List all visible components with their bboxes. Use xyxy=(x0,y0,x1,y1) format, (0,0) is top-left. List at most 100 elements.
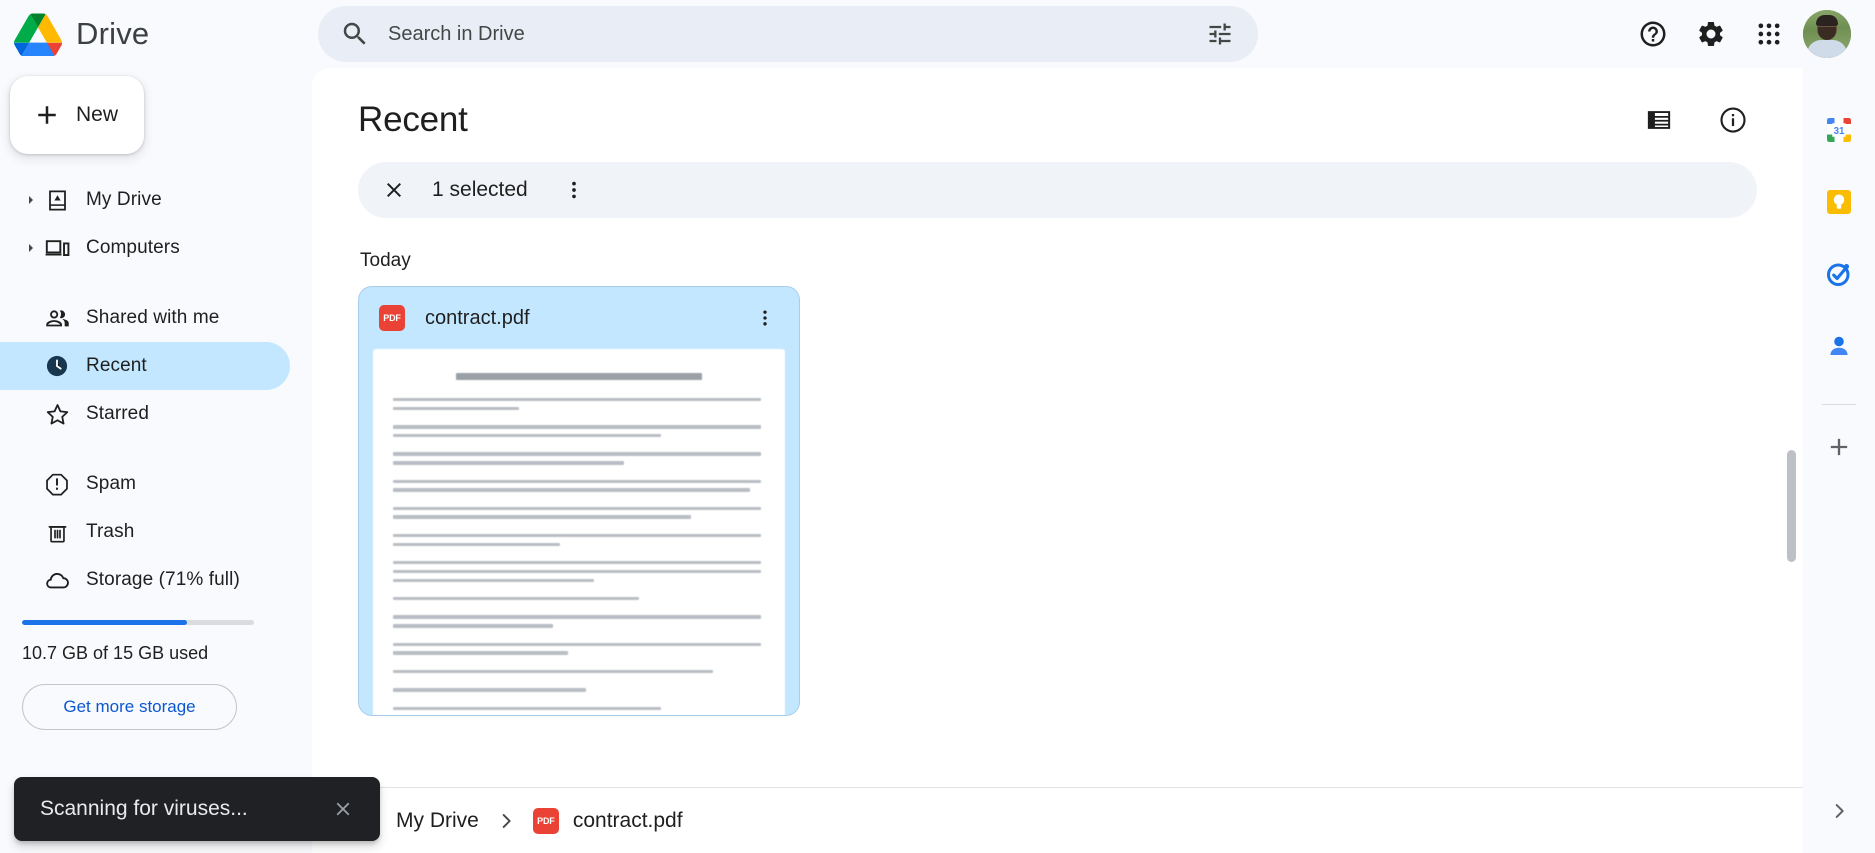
selection-more-button[interactable] xyxy=(552,168,596,212)
file-more-button[interactable] xyxy=(747,300,783,336)
sidebar-item-trash[interactable]: Trash xyxy=(0,508,290,556)
svg-text:31: 31 xyxy=(1834,126,1845,137)
plus-icon xyxy=(38,106,56,124)
selection-count: 1 selected xyxy=(432,178,528,201)
sidebar-item-label: Trash xyxy=(86,521,135,542)
more-vert-icon xyxy=(571,181,576,199)
doc-paragraph xyxy=(393,706,765,710)
buy-storage-button[interactable]: Get more storage xyxy=(22,684,237,730)
toast-close-button[interactable] xyxy=(324,790,362,828)
avatar[interactable] xyxy=(1803,10,1851,58)
sidebar-item-computers[interactable]: Computers xyxy=(0,224,290,272)
chevron-right-icon xyxy=(1835,804,1844,818)
rail-divider xyxy=(1822,404,1856,405)
tune-icon xyxy=(1209,23,1231,45)
search-area xyxy=(312,6,1440,62)
sidebar-nav: My Drive Computers Shared with me Recent… xyxy=(0,176,312,604)
doc-paragraph xyxy=(393,561,765,582)
sidebar-item-label: Computers xyxy=(86,237,180,258)
doc-paragraph xyxy=(393,506,765,519)
spam-icon xyxy=(42,471,72,497)
computers-icon xyxy=(42,235,72,262)
side-panel-rail: 31 xyxy=(1803,68,1875,853)
list-view-icon xyxy=(1647,111,1671,129)
sidebar-item-label: Starred xyxy=(86,403,150,424)
page-title: Recent xyxy=(358,100,468,139)
plus-icon xyxy=(1830,438,1848,456)
main-header: Recent xyxy=(312,68,1803,154)
brand[interactable]: Drive xyxy=(0,13,312,56)
search-input[interactable] xyxy=(388,22,1200,46)
rail-item-tasks[interactable] xyxy=(1815,250,1863,298)
sidebar-item-storage[interactable]: Storage (71% full) xyxy=(0,556,290,604)
list-view-toggle[interactable] xyxy=(1635,96,1683,144)
sidebar-item-label: My Drive xyxy=(86,189,162,210)
gear-icon xyxy=(1699,21,1723,47)
clock-icon xyxy=(42,353,72,379)
rail-item-calendar[interactable]: 31 xyxy=(1815,106,1863,154)
search-icon xyxy=(343,22,366,45)
storage-usage-text: 10.7 GB of 15 GB used xyxy=(22,643,209,663)
chevron-right-icon xyxy=(493,810,519,832)
chevron-right-icon[interactable] xyxy=(20,243,42,253)
help-circle-icon xyxy=(1640,21,1666,47)
content-scrollbar[interactable] xyxy=(1787,450,1796,562)
toast-notification: Scanning for viruses... xyxy=(14,777,380,841)
doc-paragraph xyxy=(393,452,765,465)
app-header: Drive xyxy=(0,0,1875,68)
sidebar-item-shared-with-me[interactable]: Shared with me xyxy=(0,294,290,342)
toast-message: Scanning for viruses... xyxy=(40,797,248,820)
clear-selection-button[interactable] xyxy=(372,168,416,212)
doc-paragraph xyxy=(393,479,765,492)
doc-paragraph xyxy=(393,669,765,674)
doc-paragraph xyxy=(393,533,765,547)
sidebar: New My Drive Computers Shared with me Re… xyxy=(0,68,312,853)
new-button[interactable]: New xyxy=(10,76,144,154)
file-thumbnail xyxy=(373,349,785,715)
main-header-actions xyxy=(1635,96,1757,144)
pdf-icon: PDF xyxy=(379,305,405,331)
help-button[interactable] xyxy=(1629,10,1677,58)
my-drive-icon xyxy=(42,188,72,213)
search-bar[interactable] xyxy=(318,6,1258,62)
breadcrumb: My Drive PDF contract.pdf xyxy=(312,787,1803,853)
sidebar-item-recent[interactable]: Recent xyxy=(0,342,290,390)
doc-paragraph xyxy=(393,596,765,601)
rail-add-button[interactable] xyxy=(1815,423,1863,471)
avatar-shirt xyxy=(1807,40,1847,58)
info-circle-icon xyxy=(1720,107,1746,133)
breadcrumb-item-contract-pdf[interactable]: PDF contract.pdf xyxy=(532,807,683,834)
star-icon xyxy=(42,401,72,428)
google-drive-logo xyxy=(14,13,62,56)
file-list-scroll-area[interactable]: Today PDF contract.pdf xyxy=(312,218,1803,787)
shared-people-icon xyxy=(42,305,72,332)
more-vert-icon xyxy=(763,310,767,326)
doc-paragraph xyxy=(393,425,765,438)
storage-progress-bar xyxy=(22,620,254,625)
rail-item-keep[interactable] xyxy=(1815,178,1863,226)
new-button-label: New xyxy=(76,103,119,126)
file-card-contract-pdf[interactable]: PDF contract.pdf xyxy=(358,286,800,716)
doc-heading-line xyxy=(456,373,702,380)
sidebar-item-spam[interactable]: Spam xyxy=(0,460,290,508)
pdf-icon: PDF xyxy=(532,807,559,834)
rail-expand-button[interactable] xyxy=(1815,787,1863,835)
doc-paragraph xyxy=(393,642,765,655)
settings-button[interactable] xyxy=(1687,10,1735,58)
doc-paragraph xyxy=(393,398,765,411)
sidebar-item-label: Recent xyxy=(86,355,147,376)
google-calendar-icon: 31 xyxy=(1827,118,1851,142)
drive-app: Drive Search in Drive New My Drive Compu… xyxy=(0,0,1875,853)
sidebar-item-my-drive[interactable]: My Drive xyxy=(0,176,290,224)
apps-button[interactable] xyxy=(1745,10,1793,58)
details-info-button[interactable] xyxy=(1709,96,1757,144)
sidebar-item-starred[interactable]: Starred xyxy=(0,390,290,438)
brand-title: Drive xyxy=(76,16,150,51)
close-icon xyxy=(387,183,401,197)
rail-item-contacts[interactable] xyxy=(1815,322,1863,370)
doc-paragraph xyxy=(393,615,765,628)
chevron-right-icon[interactable] xyxy=(20,195,42,205)
google-contacts-icon xyxy=(1830,336,1848,355)
search-options-button[interactable] xyxy=(1200,14,1240,54)
